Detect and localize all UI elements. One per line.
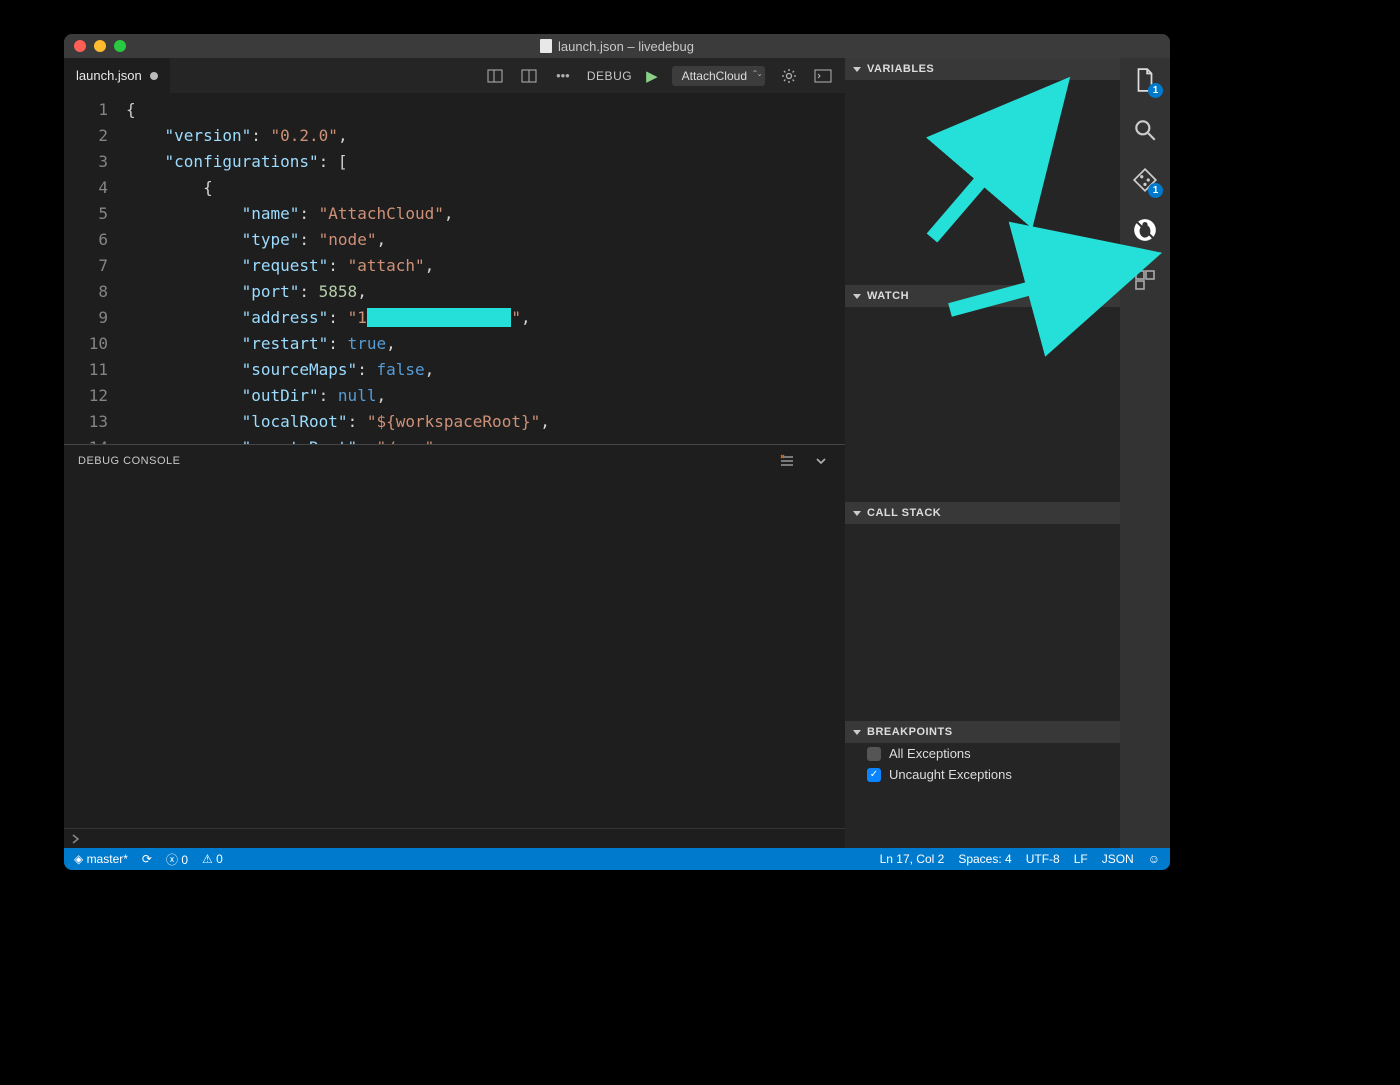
start-debug-icon[interactable]: ▶ <box>646 67 658 85</box>
vscode-window: launch.json – livedebug launch.json ••• … <box>64 34 1170 870</box>
warnings-count[interactable]: ⚠ 0 <box>202 852 223 866</box>
more-actions-icon[interactable]: ••• <box>553 66 573 86</box>
line-numbers: 1234567891011121314151617 <box>64 93 126 444</box>
titlebar: launch.json – livedebug <box>64 34 1170 58</box>
git-icon[interactable]: 1 <box>1131 166 1159 194</box>
tab-launch-json[interactable]: launch.json <box>64 58 170 93</box>
dirty-indicator-icon <box>150 72 158 80</box>
debug-icon[interactable] <box>1131 216 1159 244</box>
section-body <box>845 307 1120 502</box>
section-body <box>845 80 1120 285</box>
panel-tabs: DEBUG CONSOLE <box>64 444 845 477</box>
status-bar: ◈ master* ⟳ ⓧ 0 ⚠ 0 Ln 17, Col 2 Spaces:… <box>64 848 1170 870</box>
clear-console-icon[interactable] <box>777 451 797 471</box>
language-mode[interactable]: JSON <box>1102 852 1134 866</box>
editor-tabs: launch.json ••• DEBUG ▶ AttachCloud <box>64 58 845 93</box>
sync-icon[interactable]: ⟳ <box>142 852 152 866</box>
code-content[interactable]: { "version": "0.2.0", "configurations": … <box>126 93 845 444</box>
debug-label: DEBUG <box>587 69 632 83</box>
window-title-text: launch.json – livedebug <box>558 39 694 54</box>
indentation[interactable]: Spaces: 4 <box>958 852 1011 866</box>
section-header-variables[interactable]: VARIABLES <box>845 58 1120 80</box>
debug-config-selected: AttachCloud <box>682 69 747 83</box>
gear-icon[interactable] <box>779 66 799 86</box>
extensions-icon[interactable] <box>1131 266 1159 294</box>
window-title: launch.json – livedebug <box>64 39 1170 54</box>
activity-bar: 1 1 <box>1120 58 1170 848</box>
search-icon[interactable] <box>1131 116 1159 144</box>
code-editor[interactable]: 1234567891011121314151617 { "version": "… <box>64 93 845 444</box>
errors-count[interactable]: ⓧ 0 <box>166 851 188 868</box>
breakpoint-item[interactable]: ✓Uncaught Exceptions <box>845 764 1120 785</box>
debug-config-dropdown[interactable]: AttachCloud <box>672 66 765 86</box>
section-header-breakpoints[interactable]: BREAKPOINTS <box>845 721 1120 743</box>
file-icon <box>540 39 552 53</box>
split-editor-icon[interactable] <box>485 66 505 86</box>
debug-console-tab[interactable]: DEBUG CONSOLE <box>78 455 180 467</box>
explorer-badge: 1 <box>1148 83 1163 98</box>
panel-chevron-icon[interactable] <box>811 451 831 471</box>
debug-console-body[interactable] <box>64 477 845 828</box>
eol[interactable]: LF <box>1074 852 1088 866</box>
explorer-icon[interactable]: 1 <box>1131 66 1159 94</box>
git-branch[interactable]: ◈ master* <box>74 852 128 866</box>
feedback-icon[interactable]: ☺ <box>1148 852 1160 866</box>
debug-side-panel: VARIABLES WATCH CALL STACK BREAKPOINTSAll E… <box>845 58 1120 848</box>
section-header-call-stack[interactable]: CALL STACK <box>845 502 1120 524</box>
debug-console-input[interactable] <box>64 828 845 848</box>
section-body: All Exceptions✓Uncaught Exceptions <box>845 743 1120 811</box>
encoding[interactable]: UTF-8 <box>1026 852 1060 866</box>
split-right-icon[interactable] <box>519 66 539 86</box>
section-body <box>845 524 1120 721</box>
cursor-position[interactable]: Ln 17, Col 2 <box>880 852 945 866</box>
git-badge: 1 <box>1148 183 1163 198</box>
debug-console-icon[interactable] <box>813 66 833 86</box>
tab-label: launch.json <box>76 68 142 83</box>
breakpoint-item[interactable]: All Exceptions <box>845 743 1120 764</box>
section-header-watch[interactable]: WATCH <box>845 285 1120 307</box>
